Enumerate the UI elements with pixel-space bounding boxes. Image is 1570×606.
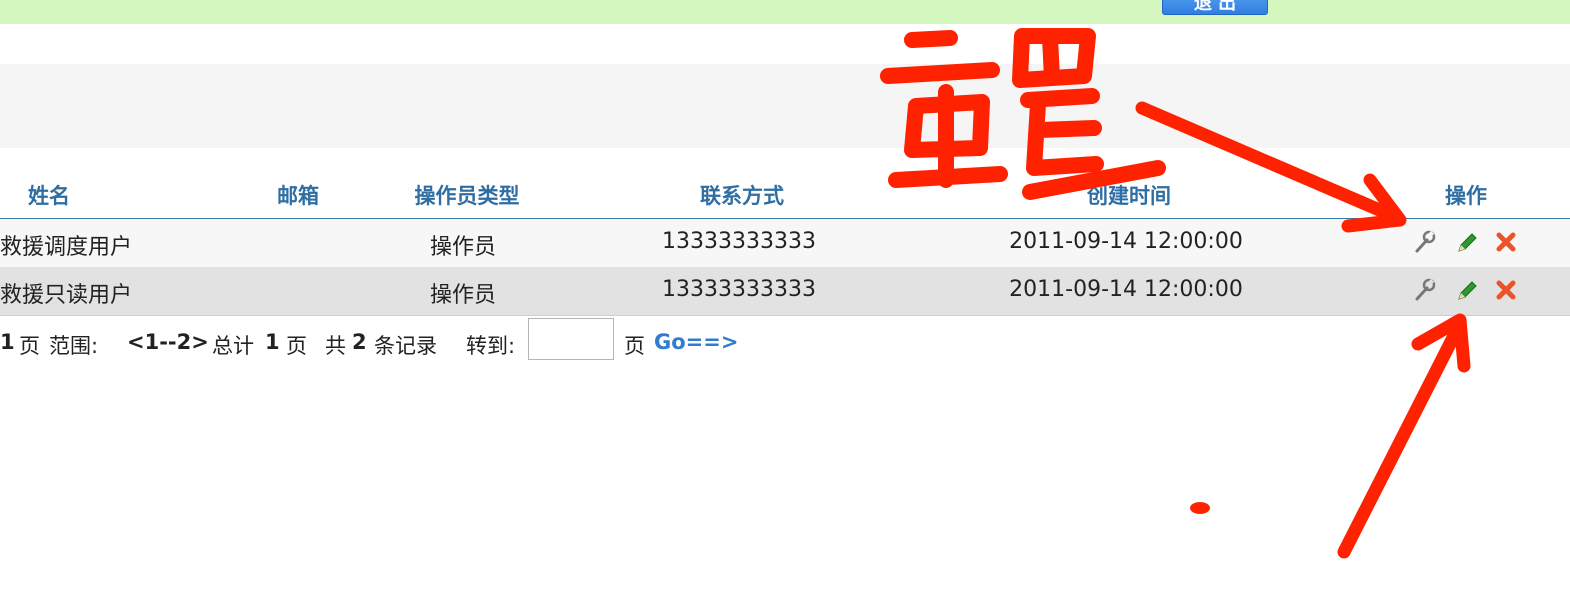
- total-label: 总计: [212, 334, 254, 358]
- header-actions: 操作: [1445, 184, 1487, 208]
- delete-x-icon[interactable]: [1495, 229, 1517, 255]
- search-panel: [0, 64, 1570, 148]
- page-label: 页: [286, 334, 307, 358]
- wrench-icon[interactable]: [1414, 277, 1436, 303]
- delete-x-icon[interactable]: [1495, 277, 1517, 303]
- page-label: 页: [19, 334, 40, 358]
- top-bar: 退 出: [0, 0, 1570, 24]
- header-contact[interactable]: 联系方式: [700, 180, 784, 210]
- pagination: 1 页 范围: <1--2> 总计 1 页 共 2 条记录 转到: 页 Go==…: [0, 316, 800, 362]
- annotation-dot: [1190, 502, 1210, 514]
- header-name[interactable]: 姓名: [28, 180, 70, 210]
- header-email[interactable]: 邮箱: [277, 180, 319, 210]
- cell-type: 操作员: [429, 235, 497, 260]
- table-row: 救援只读用户 操作员 13333333333 2011-09-14 12:00:…: [0, 267, 1570, 316]
- range-label: 范围:: [49, 334, 99, 358]
- current-page: 1: [0, 330, 15, 354]
- cell-name: 救援调度用户: [0, 235, 133, 260]
- pencil-icon[interactable]: [1455, 277, 1477, 303]
- goto-label: 转到:: [466, 334, 516, 358]
- page-label: 页: [624, 334, 645, 358]
- cell-created: 2011-09-14 12:00:00: [1009, 277, 1243, 302]
- go-link[interactable]: Go==>: [654, 330, 738, 354]
- records-prefix: 共: [325, 334, 346, 358]
- range-value: <1--2>: [127, 330, 209, 354]
- cell-created: 2011-09-14 12:00:00: [1009, 229, 1243, 254]
- record-count: 2: [352, 330, 367, 354]
- cell-type: 操作员: [429, 283, 497, 308]
- cell-contact: 13333333333: [662, 229, 816, 254]
- total-pages: 1: [265, 330, 280, 354]
- table-row: 救援调度用户 操作员 13333333333 2011-09-14 12:00:…: [0, 219, 1570, 268]
- records-suffix: 条记录: [374, 334, 437, 358]
- pencil-icon[interactable]: [1455, 229, 1477, 255]
- cell-contact: 13333333333: [662, 277, 816, 302]
- cell-name: 救援只读用户: [0, 283, 133, 308]
- logout-button[interactable]: 退 出: [1162, 0, 1268, 15]
- header-created[interactable]: 创建时间: [1087, 180, 1171, 210]
- goto-page-input[interactable]: [528, 318, 614, 360]
- table-header: 姓名 邮箱 操作员类型 联系方式 创建时间 操作: [0, 168, 1570, 220]
- arrow-bottom: [1337, 313, 1471, 559]
- header-type[interactable]: 操作员类型: [415, 180, 520, 210]
- wrench-icon[interactable]: [1414, 229, 1436, 255]
